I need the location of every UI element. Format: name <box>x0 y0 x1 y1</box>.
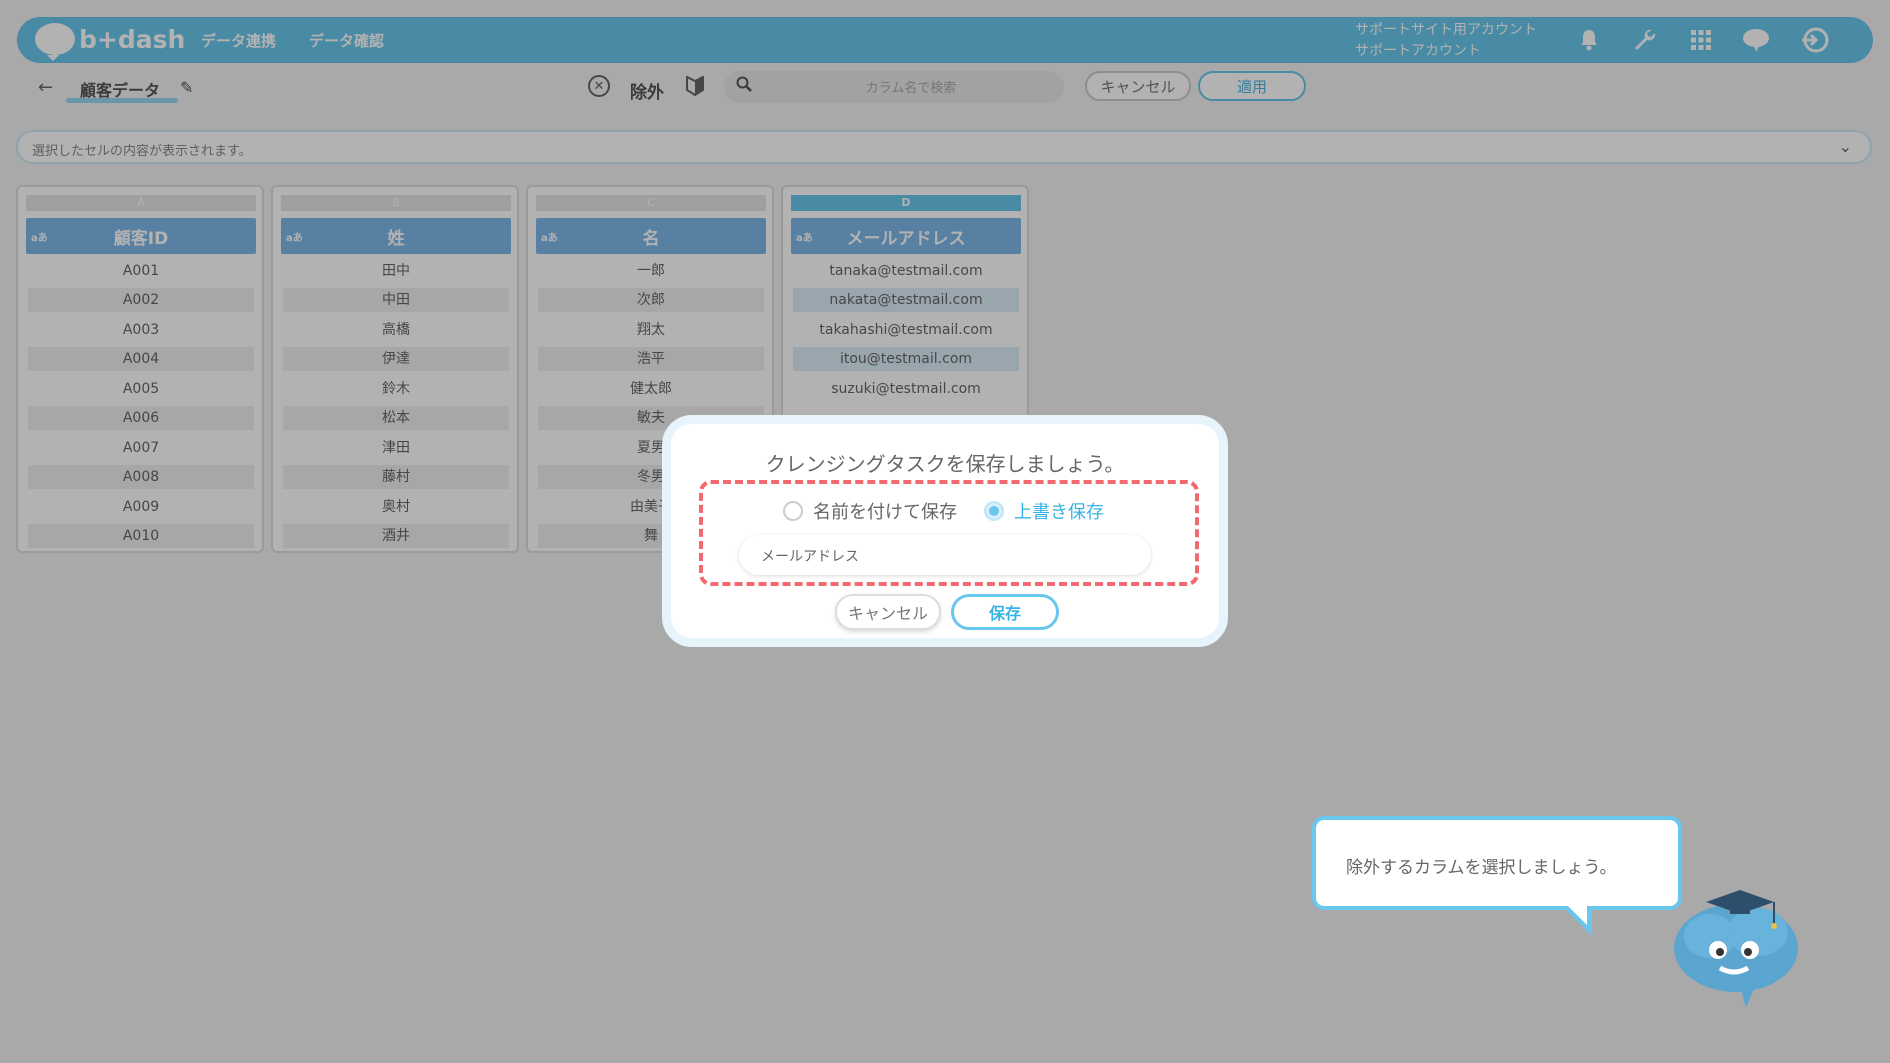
speech-bubble-tail-inner <box>1567 905 1587 925</box>
radio-checked-icon[interactable] <box>984 501 1004 521</box>
save-task-dialog: クレンジングタスクを保存しましょう。 名前を付けて保存 上書き保存 キャンセル … <box>662 415 1228 647</box>
dialog-save-button[interactable]: 保存 <box>951 594 1059 630</box>
radio-unchecked-icon[interactable] <box>783 501 803 521</box>
radio-save-as[interactable]: 名前を付けて保存 <box>783 498 957 524</box>
brain-mascot-icon <box>1670 880 1806 1012</box>
guide-speech-bubble: 除外するカラムを選択しましょう。 <box>1312 816 1682 910</box>
task-name-input[interactable] <box>759 543 1133 569</box>
radio-overwrite-label: 上書き保存 <box>1014 502 1104 523</box>
radio-overwrite[interactable]: 上書き保存 <box>984 498 1104 524</box>
dialog-cancel-button[interactable]: キャンセル <box>835 594 941 630</box>
dialog-title: クレンジングタスクを保存しましょう。 <box>765 452 1125 476</box>
radio-save-as-label: 名前を付けて保存 <box>813 502 957 523</box>
guide-message: 除外するカラムを選択しましょう。 <box>1346 858 1617 878</box>
task-name-field <box>739 535 1151 575</box>
